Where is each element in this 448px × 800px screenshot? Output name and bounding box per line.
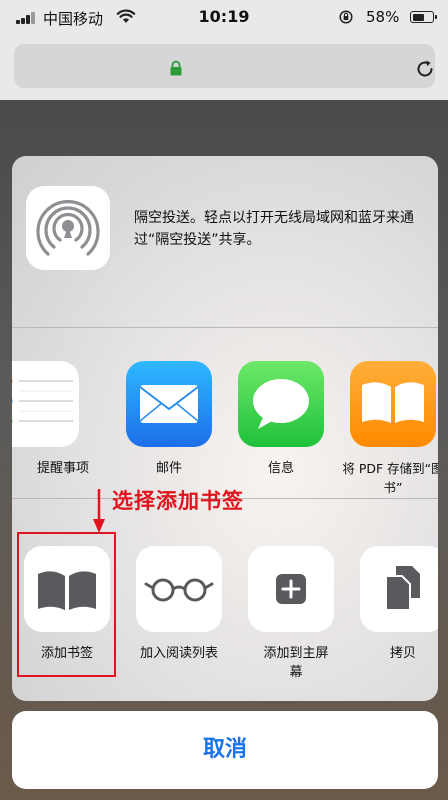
app-label: 信息 <box>267 461 294 476</box>
action-label: 拷贝 <box>389 646 416 661</box>
mail-icon <box>126 361 212 447</box>
airdrop-description: 隔空投送。轻点以打开无线局域网和蓝牙来通过“隔空投送”共享。 <box>134 210 414 248</box>
battery-icon <box>410 11 437 23</box>
messages-icon <box>238 361 324 447</box>
divider <box>12 327 438 328</box>
annotation-label: 选择添加书签 <box>112 489 244 513</box>
cancel-button[interactable]: 取消 <box>12 711 438 789</box>
action-label: 添加到主屏幕 <box>263 646 329 680</box>
copy-doc-icon <box>360 546 438 632</box>
reading-glasses-icon <box>136 546 222 632</box>
reload-icon[interactable] <box>414 58 436 80</box>
browser-toolbar <box>0 36 448 100</box>
action-add-to-home-screen[interactable]: 添加到主屏幕 <box>236 546 346 682</box>
battery-percent: 58% <box>366 8 400 26</box>
reminders-icon <box>12 361 79 447</box>
action-add-reading-list[interactable]: 加入阅读列表 <box>124 546 234 663</box>
status-bar: 中国移动 10:19 58% <box>0 0 448 36</box>
action-label: 加入阅读列表 <box>139 646 218 661</box>
books-icon <box>350 361 436 447</box>
annotation-arrow-icon <box>93 489 105 533</box>
url-field[interactable] <box>14 44 435 88</box>
app-books[interactable]: 将 PDF 存储到“图书” <box>338 361 438 497</box>
app-mail[interactable]: 邮件 <box>114 361 224 478</box>
app-label: 提醒事项 <box>37 461 90 476</box>
airdrop-icon[interactable] <box>26 186 110 270</box>
app-messages[interactable]: 信息 <box>226 361 336 478</box>
add-square-icon <box>248 546 334 632</box>
action-copy[interactable]: 拷贝 <box>348 546 438 663</box>
orientation-lock-icon <box>339 10 353 24</box>
airdrop-row[interactable]: 隔空投送。轻点以打开无线局域网和蓝牙来通过“隔空投送”共享。 <box>12 156 438 326</box>
padlock-icon <box>170 60 182 76</box>
app-label: 将 PDF 存储到“图书” <box>342 461 438 495</box>
app-reminders[interactable]: 提醒事项 <box>12 361 91 478</box>
app-label: 邮件 <box>155 461 182 476</box>
annotation-highlight-box <box>17 532 116 677</box>
